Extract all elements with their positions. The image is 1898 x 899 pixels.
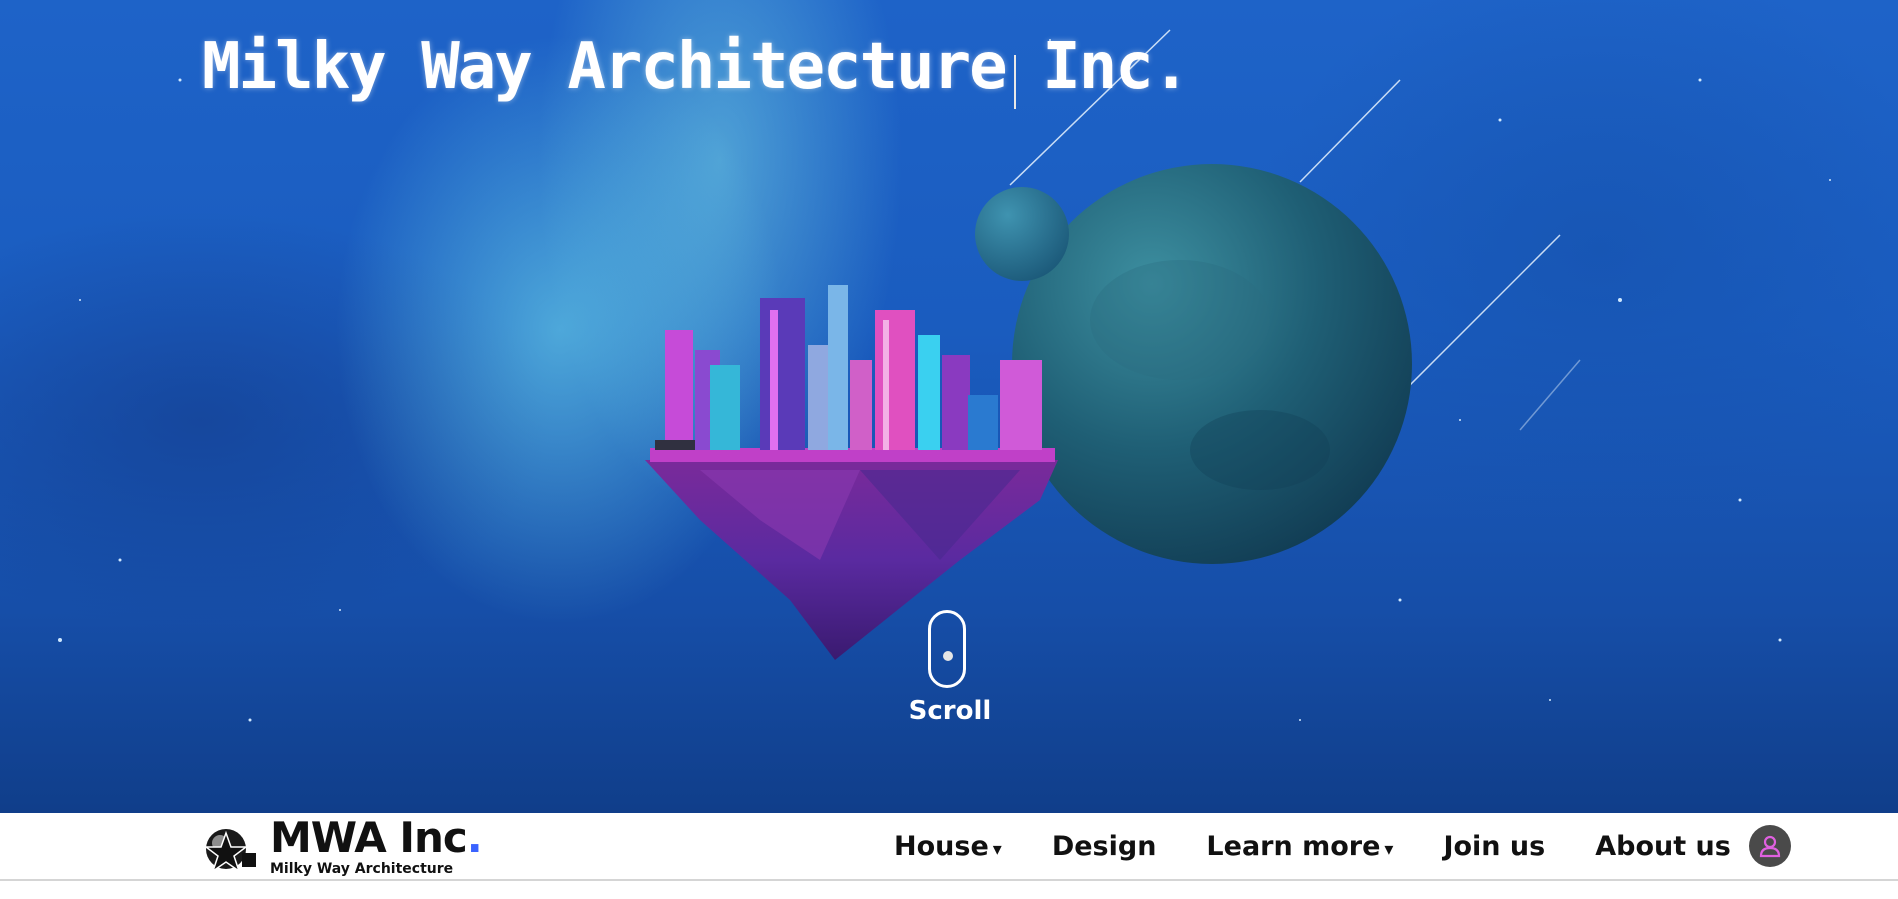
hero-section: Milky Way Architecture Inc. Scroll (0, 0, 1898, 813)
text-cursor (1014, 55, 1016, 109)
brand-text: MWA Inc (270, 813, 468, 862)
brand-dot: . (466, 813, 483, 862)
scroll-label[interactable]: Scroll (890, 696, 1010, 726)
main-nav: House ▾ Design Learn more ▾ Join us Abou… (894, 813, 1791, 879)
nav-item-label: Join us (1443, 830, 1546, 862)
site-title: Milky Way Architecture Inc. (202, 30, 1190, 104)
user-account-button[interactable] (1748, 825, 1791, 867)
caret-down-icon: ▾ (1384, 838, 1394, 860)
nav-item-label: House (894, 830, 989, 862)
navbar: MWA Inc. Milky Way Architecture House ▾ … (0, 813, 1898, 881)
logo[interactable]: MWA Inc. Milky Way Architecture (198, 813, 483, 877)
scroll-mouse-icon[interactable] (928, 610, 966, 688)
nav-item-label: Learn more (1206, 830, 1381, 862)
nav-item-label: Design (1051, 830, 1157, 862)
mouse-wheel (943, 651, 953, 661)
logo-icon (203, 829, 256, 873)
caret-down-icon: ▾ (992, 838, 1002, 860)
nav-item-learn-more[interactable]: Learn more ▾ (1206, 831, 1393, 862)
moon (975, 187, 1069, 281)
floating-city (645, 285, 1058, 660)
nav-item-label: About us (1595, 830, 1731, 862)
nav-item-house[interactable]: House ▾ (894, 831, 1002, 862)
nav-item-join-us[interactable]: Join us (1443, 831, 1545, 862)
brand-name: MWA Inc. (270, 813, 483, 862)
nav-item-about-us[interactable]: About us (1595, 831, 1731, 862)
space-illustration (58, 29, 1831, 722)
nav-item-design[interactable]: Design (1052, 831, 1157, 862)
user-icon (1759, 835, 1780, 858)
brand-subtitle: Milky Way Architecture (270, 861, 454, 877)
